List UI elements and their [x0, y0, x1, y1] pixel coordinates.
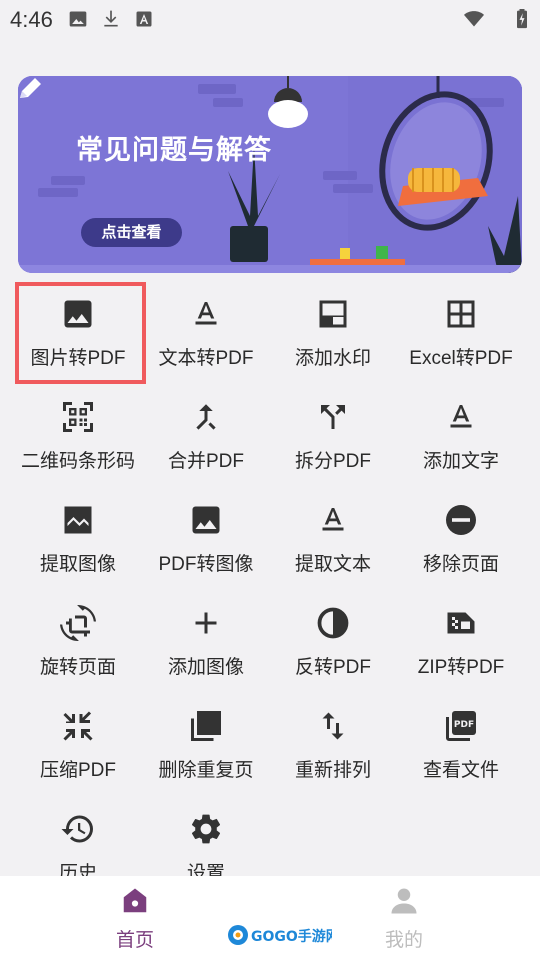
- gear-icon: [191, 814, 221, 844]
- landscape-icon: [64, 506, 92, 534]
- tool-rotate-pages[interactable]: 旋转页面: [11, 595, 145, 695]
- watermark-text: GOGO手游网: [251, 928, 332, 945]
- tool-delete-duplicates[interactable]: 删除重复页: [139, 698, 273, 798]
- person-icon: [391, 888, 417, 914]
- pencil-icon: [20, 78, 41, 98]
- status-time: 4:46: [10, 7, 53, 32]
- merge-icon: [196, 404, 216, 430]
- status-bar: 4:46: [0, 0, 540, 40]
- download-icon: [104, 10, 118, 27]
- tool-view-files[interactable]: PDF 查看文件: [394, 698, 528, 798]
- tool-add-image[interactable]: 添加图像: [139, 595, 273, 695]
- rotate-icon: [60, 605, 96, 641]
- tool-label: Excel转PDF: [409, 348, 513, 369]
- nav-tab-mine[interactable]: 我的: [337, 876, 471, 960]
- tool-pdf-to-image[interactable]: PDF转图像: [139, 492, 273, 592]
- view-button[interactable]: 点击查看: [81, 218, 182, 247]
- tool-split-pdf[interactable]: 拆分PDF: [266, 389, 400, 489]
- watermark-icon: [319, 300, 347, 328]
- plus-icon: [195, 612, 217, 634]
- pdf-file-icon: PDF: [446, 711, 476, 741]
- font-icon: [136, 11, 152, 27]
- tool-invert-pdf[interactable]: 反转PDF: [266, 595, 400, 695]
- history-icon: [61, 815, 93, 843]
- home-icon: [123, 888, 147, 913]
- tool-extract-images[interactable]: 提取图像: [11, 492, 145, 592]
- text-format-icon: [450, 405, 472, 428]
- image-icon: [69, 11, 87, 27]
- svg-text:PDF: PDF: [454, 720, 474, 730]
- tool-compress-pdf[interactable]: 压缩PDF: [11, 698, 145, 798]
- tool-text-to-pdf[interactable]: 文本转PDF: [139, 286, 273, 386]
- image-icon: [64, 300, 92, 328]
- contrast-icon: [317, 607, 349, 639]
- zip-icon: [447, 612, 475, 634]
- tool-extract-text[interactable]: 提取文本: [266, 492, 400, 592]
- split-icon: [321, 405, 345, 429]
- compress-icon: [63, 711, 93, 741]
- tool-merge-pdf[interactable]: 合并PDF: [139, 389, 273, 489]
- swap-vertical-icon: [322, 712, 344, 740]
- text-format-icon: [322, 508, 344, 531]
- site-watermark: GOGO手游网: [226, 922, 340, 948]
- tool-add-text[interactable]: 添加文字: [394, 389, 528, 489]
- battery-icon: [517, 9, 527, 29]
- wifi-icon: [464, 11, 484, 27]
- tool-zip-to-pdf[interactable]: ZIP转PDF: [394, 595, 528, 695]
- tool-qr-barcode[interactable]: 二维码条形码: [11, 389, 145, 489]
- tool-excel-to-pdf[interactable]: Excel转PDF: [394, 286, 528, 386]
- qr-code-icon: [63, 402, 93, 432]
- tool-reorder[interactable]: 重新排列: [266, 698, 400, 798]
- duplicate-pages-icon: [191, 711, 221, 741]
- remove-circle-icon: [446, 505, 476, 535]
- text-format-icon: [195, 302, 217, 325]
- tool-label: 移除页面: [422, 554, 499, 575]
- tool-label: 添加文字: [422, 451, 499, 472]
- grid-icon: [447, 300, 475, 328]
- nav-home-label: 首页: [115, 930, 154, 951]
- nav-tab-home[interactable]: 首页: [68, 876, 202, 960]
- faq-banner[interactable]: 常见问题与解答 点击查看: [18, 76, 522, 273]
- tool-label: 查看文件: [422, 760, 499, 781]
- watermark-logo: GOGO手游网: [228, 925, 340, 945]
- image-icon: [192, 506, 220, 534]
- tool-add-watermark[interactable]: 添加水印: [266, 286, 400, 386]
- tool-remove-pages[interactable]: 移除页面: [394, 492, 528, 592]
- banner-title: 常见问题与解答: [76, 135, 272, 165]
- tool-image-to-pdf[interactable]: 图片转PDF: [11, 286, 145, 386]
- tool-label: ZIP转PDF: [417, 657, 505, 678]
- nav-mine-label: 我的: [384, 930, 423, 951]
